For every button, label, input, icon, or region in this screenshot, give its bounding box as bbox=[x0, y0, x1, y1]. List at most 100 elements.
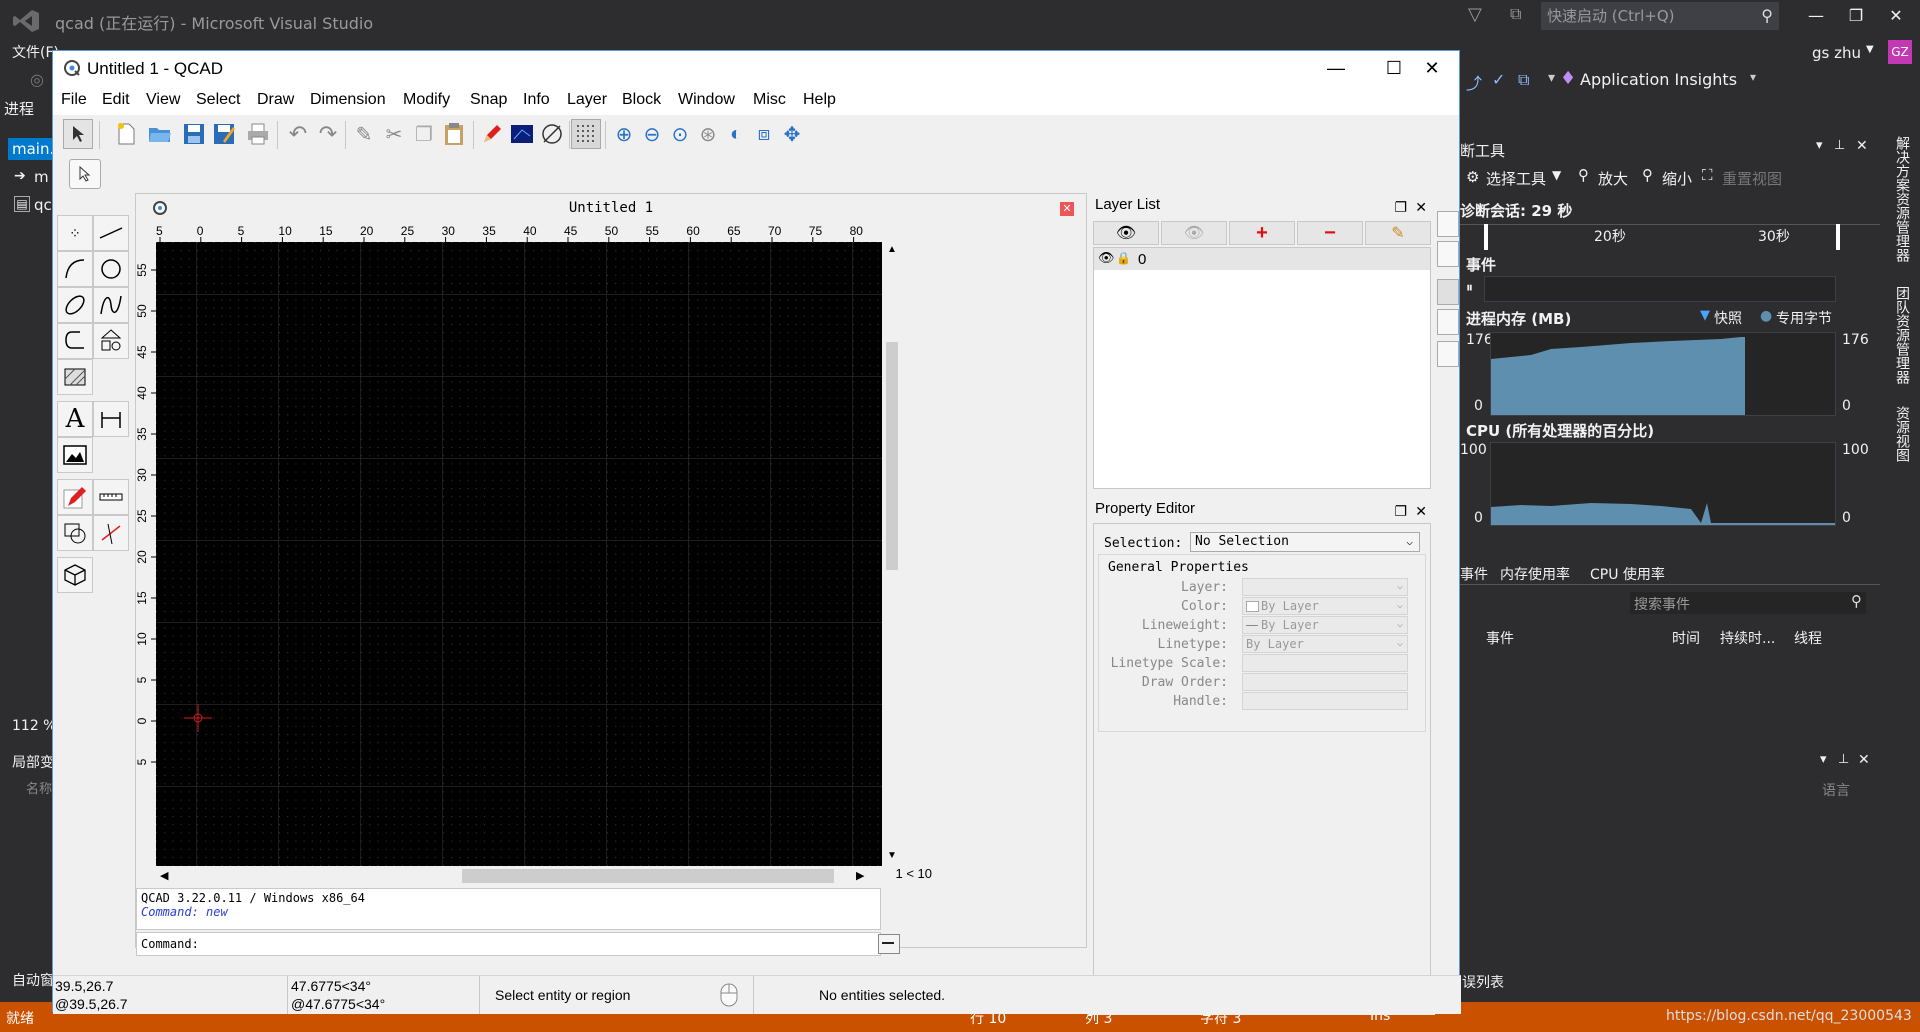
tab-events[interactable]: 事件 bbox=[1460, 564, 1488, 584]
feedback-icon[interactable]: ⧉ bbox=[1510, 4, 1532, 26]
undo-icon[interactable]: ↶ bbox=[283, 119, 313, 149]
save-as-icon[interactable] bbox=[209, 119, 239, 149]
vertical-scroll-thumb[interactable] bbox=[886, 342, 898, 570]
print-icon[interactable] bbox=[243, 119, 273, 149]
vs-minimize-button[interactable]: — bbox=[1798, 2, 1834, 30]
drawing-canvas[interactable] bbox=[156, 242, 882, 866]
avatar[interactable]: GZ bbox=[1888, 40, 1912, 64]
dock-float-icon[interactable]: ❐ bbox=[1394, 499, 1407, 523]
menu-view[interactable]: View bbox=[146, 91, 180, 109]
menu-info[interactable]: Info bbox=[523, 91, 550, 109]
pane-options-icon[interactable]: ▾ bbox=[1816, 138, 1823, 153]
diag-select-tool[interactable]: 选择工具 bbox=[1486, 168, 1546, 189]
qcad-minimize-button[interactable]: — bbox=[1307, 51, 1365, 85]
zoom-window-icon[interactable]: ⧈ bbox=[749, 119, 779, 149]
cut-icon[interactable]: ✂ bbox=[379, 119, 409, 149]
layers-icon[interactable]: ⧉ bbox=[1518, 70, 1529, 90]
check-icon[interactable]: ✓ bbox=[1492, 70, 1505, 89]
vs-close-button[interactable]: ✕ bbox=[1878, 2, 1914, 30]
hatch-tool-icon[interactable] bbox=[57, 359, 93, 395]
command-history-toggle[interactable] bbox=[878, 934, 900, 954]
chevron-down-icon[interactable]: ▾ bbox=[1750, 70, 1756, 84]
select-tool-icon[interactable]: ⚙ bbox=[1466, 168, 1479, 186]
pe-color-dropdown[interactable]: By Layer ⌵ bbox=[1242, 597, 1408, 615]
pointer-icon[interactable] bbox=[63, 119, 93, 149]
no-entity-icon[interactable] bbox=[537, 119, 567, 149]
circle-tool-icon[interactable] bbox=[93, 251, 129, 287]
block-list-icon[interactable] bbox=[1437, 241, 1459, 267]
layer-visible-eye-icon[interactable]: 👁 bbox=[1098, 250, 1115, 266]
arc-tool-icon[interactable] bbox=[57, 251, 93, 287]
menu-modify[interactable]: Modify bbox=[403, 91, 450, 109]
timeline-end-handle[interactable] bbox=[1836, 224, 1840, 250]
app-insights-button[interactable]: Application Insights bbox=[1580, 70, 1737, 89]
image-tool-icon[interactable] bbox=[57, 437, 93, 473]
close-icon[interactable]: ✕ bbox=[1415, 195, 1427, 219]
menu-select[interactable]: Select bbox=[196, 91, 240, 109]
quick-launch-input[interactable]: 快速启动 (Ctrl+Q) ⚲ bbox=[1541, 2, 1779, 30]
close-icon[interactable]: ✕ bbox=[1858, 752, 1870, 768]
horizontal-scrollbar[interactable]: ◀ ▶ bbox=[156, 866, 882, 886]
zoom-in-icon[interactable]: ⚲ bbox=[1578, 166, 1589, 184]
vs-tab-main[interactable]: main. bbox=[8, 138, 54, 160]
show-all-layers-eye-icon[interactable]: 👁 bbox=[1093, 221, 1159, 245]
menu-snap[interactable]: Snap bbox=[470, 91, 507, 109]
pause-icon[interactable]: ⏸ bbox=[1466, 280, 1473, 296]
col-thread[interactable]: 线程 bbox=[1794, 628, 1822, 648]
qcad-close-button[interactable]: ✕ bbox=[1403, 51, 1461, 85]
pe-linetype-scale-field[interactable] bbox=[1242, 654, 1408, 672]
zoom-previous-icon[interactable]: ◐ bbox=[721, 119, 751, 149]
resource-view-tab[interactable]: 资源视图 bbox=[1892, 406, 1912, 462]
block-tool-icon[interactable] bbox=[57, 515, 93, 551]
layer-list-toggle-icon[interactable] bbox=[1437, 279, 1459, 305]
restart-icon[interactable]: ◎ bbox=[30, 70, 44, 89]
pe-lineweight-dropdown[interactable]: By Layer ⌵ bbox=[1242, 616, 1408, 634]
horizontal-scroll-thumb[interactable] bbox=[462, 869, 834, 883]
add-layer-plus-icon[interactable]: + bbox=[1229, 221, 1295, 245]
line-tool-icon[interactable] bbox=[93, 215, 129, 251]
menu-layer[interactable]: Layer bbox=[567, 91, 607, 109]
error-list-tab[interactable]: 误列表 bbox=[1462, 972, 1504, 992]
vs-restore-button[interactable]: ❐ bbox=[1838, 2, 1874, 30]
scroll-right-icon[interactable]: ▶ bbox=[856, 869, 864, 882]
search-events-input[interactable]: 搜索事件 ⚲ bbox=[1630, 592, 1866, 614]
pane-options-icon[interactable]: ▾ bbox=[1820, 752, 1827, 767]
lightbulb-icon[interactable]: ▾ bbox=[1548, 70, 1555, 86]
command-line-toggle-icon[interactable] bbox=[1437, 341, 1459, 367]
selection-dropdown[interactable]: No Selection ⌵ bbox=[1190, 532, 1420, 552]
library-browser-icon[interactable] bbox=[1437, 211, 1459, 237]
zoom-auto-icon[interactable]: ⊙ bbox=[665, 119, 695, 149]
col-time[interactable]: 时间 bbox=[1672, 628, 1700, 648]
ellipse-tool-icon[interactable] bbox=[57, 287, 93, 323]
chevron-down-icon[interactable]: ▼ bbox=[1552, 168, 1561, 182]
selection-mode-pointer-icon[interactable] bbox=[69, 159, 101, 189]
new-file-icon[interactable] bbox=[111, 119, 141, 149]
vs-module-item[interactable]: qc bbox=[34, 196, 52, 214]
copy-icon[interactable]: ❐ bbox=[409, 119, 439, 149]
solution-explorer-tab[interactable]: 解决方案资源管理器 bbox=[1892, 136, 1912, 262]
zoom-selection-icon[interactable]: ⊛ bbox=[693, 119, 723, 149]
diag-reset-view[interactable]: 重置视图 bbox=[1722, 168, 1782, 189]
vs-user-name[interactable]: gs zhu bbox=[1812, 44, 1861, 62]
menu-window[interactable]: Window bbox=[678, 91, 735, 109]
pe-layer-dropdown[interactable]: ⌵ bbox=[1242, 578, 1408, 596]
menu-draw[interactable]: Draw bbox=[257, 91, 294, 109]
menu-misc[interactable]: Misc bbox=[753, 91, 786, 109]
drawing-preferences-icon[interactable] bbox=[507, 119, 537, 149]
scroll-down-icon[interactable]: ▼ bbox=[887, 850, 897, 861]
pe-draw-order-field[interactable] bbox=[1242, 673, 1408, 691]
dock-float-icon[interactable]: ❐ bbox=[1394, 195, 1407, 219]
close-icon[interactable]: ✕ bbox=[1415, 499, 1427, 523]
diag-zoom-in[interactable]: 放大 bbox=[1598, 168, 1628, 189]
pin-icon[interactable]: ⊥ bbox=[1834, 138, 1845, 153]
shape-tool-icon[interactable] bbox=[93, 323, 129, 359]
pan-icon[interactable]: ✥ bbox=[777, 119, 807, 149]
open-folder-icon[interactable] bbox=[145, 119, 175, 149]
search-icon[interactable]: ⚲ bbox=[1761, 2, 1773, 30]
layer-row[interactable]: 👁 🔒 0 bbox=[1094, 248, 1430, 270]
scroll-up-icon[interactable]: ▲ bbox=[887, 244, 897, 255]
layer-lock-icon[interactable]: 🔒 bbox=[1116, 251, 1131, 265]
menu-edit[interactable]: Edit bbox=[102, 91, 130, 109]
paste-icon[interactable] bbox=[439, 119, 469, 149]
chevron-down-icon[interactable]: ⌵ bbox=[1406, 533, 1413, 551]
